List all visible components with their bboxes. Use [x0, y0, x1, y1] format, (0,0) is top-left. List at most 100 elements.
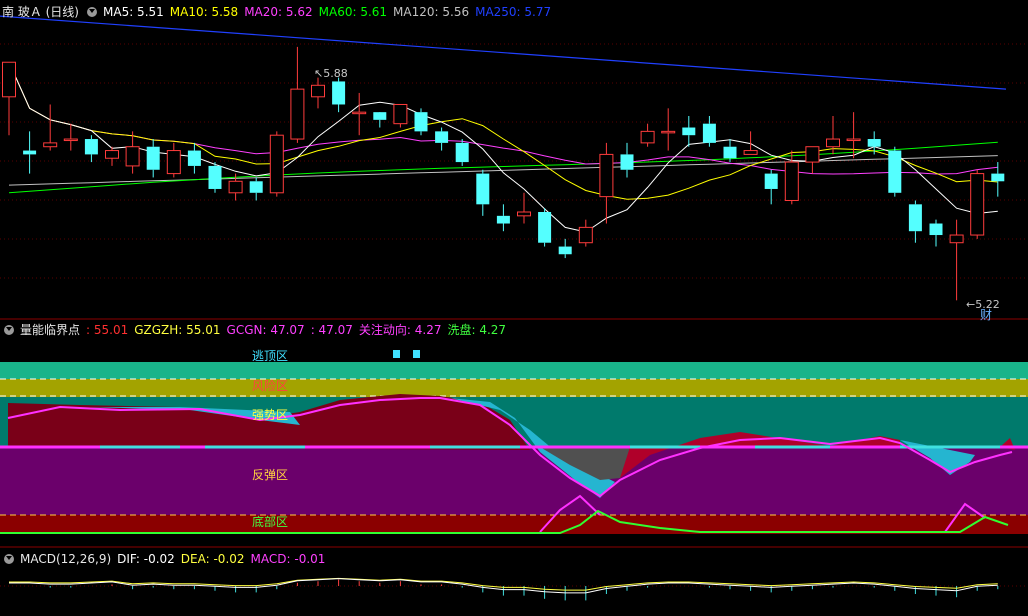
candle-body-up: [166, 150, 181, 175]
candle-body-up: [125, 146, 140, 167]
candle-body-up: [826, 138, 840, 148]
energy-value-1: : 55.01: [86, 323, 129, 337]
candle: [949, 219, 964, 301]
escape-marker: [393, 350, 400, 358]
zone-rebound: 反弹区: [252, 468, 289, 482]
candle: [187, 142, 201, 174]
energy-value-5: 关注动向: 4.27: [358, 323, 442, 337]
ma250-label: MA250: 5.77: [475, 5, 552, 19]
zone-bottom: 底部区: [252, 515, 289, 529]
ma10-label: MA10: 5.58: [169, 5, 239, 19]
macd-dif: DIF: -0.02: [117, 552, 175, 566]
candle: [496, 204, 510, 232]
candle-body-up: [805, 146, 820, 163]
candle-body-down: [476, 173, 490, 205]
candle-body-down: [867, 139, 881, 147]
candle: [929, 219, 943, 247]
candle: [332, 77, 346, 113]
candle: [290, 46, 305, 143]
high-price-annotation: ↖5.88: [314, 67, 348, 80]
energy-title: 量能临界点: [20, 323, 81, 337]
candle-body-up: [970, 173, 985, 236]
candle: [455, 139, 469, 166]
candle-body-up: [517, 211, 531, 217]
macd-title: MACD(12,26,9): [20, 552, 112, 566]
candle-body-up: [269, 134, 284, 194]
candle: [23, 131, 37, 174]
candle-body-up: [393, 103, 408, 125]
candle: [208, 162, 222, 193]
candle: [764, 169, 778, 205]
candle-body-up: [228, 180, 243, 194]
candle-body-down: [888, 150, 902, 193]
candle: [888, 146, 902, 197]
candle-body-down: [373, 112, 387, 120]
candle-body-up: [846, 138, 861, 142]
macd-panel-header: MACD(12,26,9) DIF: -0.02 DEA: -0.02 MACD: -…: [2, 551, 331, 567]
finance-event-badge[interactable]: 财: [980, 306, 992, 323]
ma250-line: [0, 15, 1007, 90]
candle: [249, 177, 263, 201]
candle-body-down: [435, 131, 449, 143]
candle: [682, 116, 696, 147]
ma120-label: MA120: 5.56: [393, 5, 470, 19]
candle: [63, 123, 78, 151]
candle: [599, 142, 614, 224]
ma5-label: MA5: 5.51: [103, 5, 164, 19]
candle: [640, 123, 655, 147]
candle-body-down: [723, 146, 737, 159]
candle: [620, 142, 634, 178]
candle-body-up: [105, 150, 119, 159]
macd-dea: DEA: -0.02: [180, 552, 245, 566]
candle: [784, 150, 799, 205]
candle-body-down: [23, 150, 37, 155]
energy-value-3: GCGN: 47.07: [226, 323, 305, 337]
candle: [538, 208, 552, 247]
candle: [125, 131, 140, 174]
candle: [269, 131, 284, 197]
candle-body-up: [743, 150, 758, 155]
energy-value-2: GZGZH: 55.01: [134, 323, 221, 337]
dropdown-icon[interactable]: [4, 325, 14, 335]
candle-body-up: [290, 88, 305, 140]
candle-body-up: [352, 111, 367, 115]
candle: [414, 108, 428, 136]
candle-body-down: [620, 154, 634, 170]
candle: [846, 112, 861, 159]
candle-body-up: [311, 84, 325, 98]
candle: [311, 77, 325, 109]
dropdown-icon[interactable]: [87, 7, 97, 17]
dropdown-icon[interactable]: [4, 554, 14, 564]
candle-body-down: [414, 112, 428, 132]
candle: [393, 103, 408, 128]
high-price-value: 5.88: [323, 67, 348, 80]
energy-value-6: 洗盘: 4.27: [447, 323, 507, 337]
candle-body-down: [84, 139, 98, 155]
zone-band-top: [0, 362, 1028, 379]
zone-band-risk: [0, 379, 1028, 397]
candle-body-up: [949, 234, 964, 244]
candle: [166, 142, 181, 178]
candle-body-down: [496, 215, 510, 224]
candle-body-up: [784, 161, 799, 201]
candle: [476, 169, 490, 216]
candle: [702, 116, 716, 147]
candle-body-down: [249, 181, 263, 193]
candle-body-down: [558, 246, 572, 255]
candle: [2, 61, 16, 136]
candle: [105, 146, 119, 166]
candle: [84, 135, 98, 163]
candle-body-down: [332, 81, 346, 105]
candle-body-down: [538, 212, 552, 243]
ma10-line: [8, 61, 998, 200]
candle: [558, 238, 572, 259]
candle-body-down: [702, 123, 716, 143]
zone-strong: 强势区: [252, 408, 289, 422]
candle: [908, 200, 922, 243]
candle: [43, 104, 58, 151]
candle: [517, 192, 531, 224]
ma60-label: MA60: 5.61: [318, 5, 388, 19]
candle-body-up: [640, 130, 655, 144]
candle: [373, 112, 387, 128]
zone-risk: 风险区: [252, 379, 289, 393]
